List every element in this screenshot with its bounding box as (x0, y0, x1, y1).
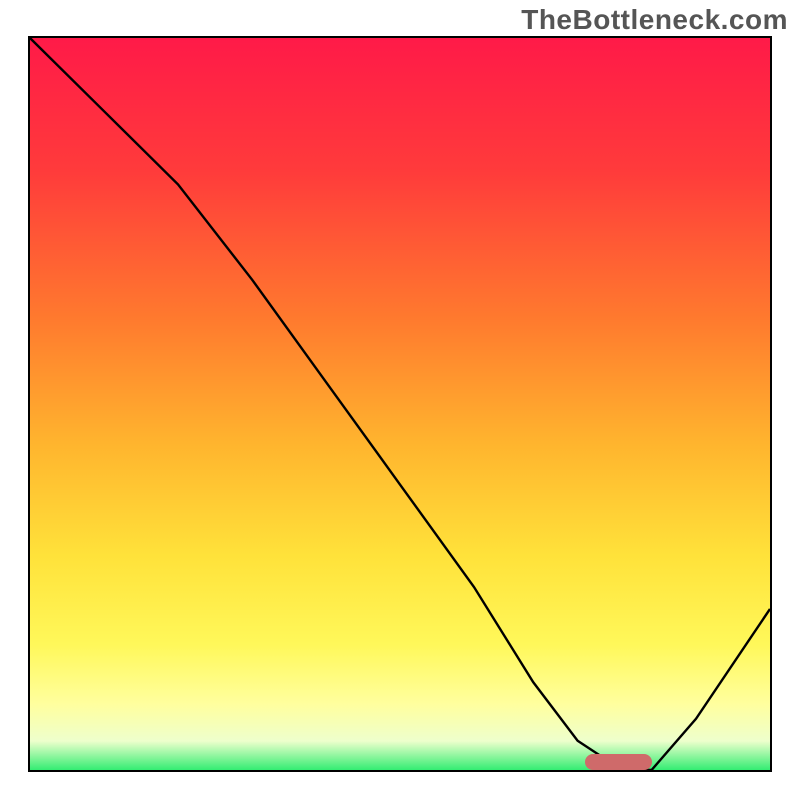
optimum-range-bar (585, 754, 652, 770)
bottleneck-curve (30, 38, 770, 770)
watermark-text: TheBottleneck.com (521, 4, 788, 36)
plot-area (28, 36, 772, 772)
chart-stage: TheBottleneck.com (0, 0, 800, 800)
